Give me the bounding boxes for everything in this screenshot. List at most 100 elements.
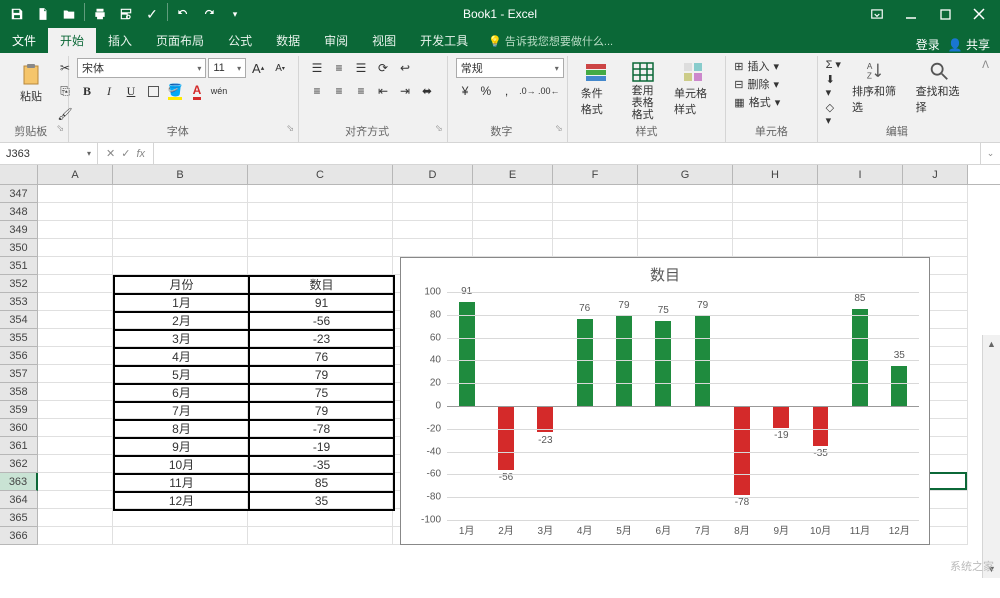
row-header[interactable]: 363 [0,473,38,491]
clipboard-launcher-icon[interactable]: ⬂ [56,123,68,134]
maximize-icon[interactable] [934,3,956,25]
row-header[interactable]: 352 [0,275,38,293]
row-header[interactable]: 366 [0,527,38,545]
tab-formulas[interactable]: 公式 [216,28,264,53]
decrease-indent-icon[interactable]: ⇤ [373,81,393,101]
autosum-button[interactable]: Σ ▾ [826,58,841,71]
paste-button[interactable]: 粘贴 [13,58,49,108]
row-header[interactable]: 359 [0,401,38,419]
qat-customize-icon[interactable]: ▾ [224,3,246,25]
col-header-C[interactable]: C [248,165,393,184]
bar[interactable] [891,366,907,406]
delete-cells-button[interactable]: ⊟删除 ▾ [734,76,780,92]
row-header[interactable]: 353 [0,293,38,311]
table-cell[interactable]: 4月 [114,348,249,366]
share-button[interactable]: 👤 共享 [948,36,990,53]
table-cell[interactable]: 79 [249,402,394,420]
insert-cells-button[interactable]: ⊞插入 ▾ [734,58,780,74]
redo-icon[interactable] [198,3,220,25]
fontcolor-button[interactable]: A [187,81,207,101]
col-header-E[interactable]: E [473,165,553,184]
new-icon[interactable] [32,3,54,25]
table-cell[interactable]: 5月 [114,366,249,384]
col-header-I[interactable]: I [818,165,903,184]
scroll-up-icon[interactable]: ▲ [983,335,1000,353]
conditional-format-button[interactable]: 条件格式 [576,58,617,119]
table-cell[interactable]: 2月 [114,312,249,330]
bar[interactable] [852,309,868,406]
format-cells-button[interactable]: ▦格式 ▾ [734,94,780,110]
scroll-down-icon[interactable]: ▼ [983,560,1000,578]
row-header[interactable]: 351 [0,257,38,275]
orientation-icon[interactable]: ⟳ [373,58,393,78]
select-all-corner[interactable] [0,165,38,184]
italic-button[interactable]: I [99,81,119,101]
font-launcher-icon[interactable]: ⬂ [286,123,298,134]
printpreview-icon[interactable] [115,3,137,25]
align-top-icon[interactable]: ☰ [307,58,327,78]
tab-home[interactable]: 开始 [48,28,96,53]
table-cell[interactable]: 85 [249,474,394,492]
accounting-icon[interactable]: ¥ [456,81,475,101]
formula-input[interactable] [154,143,980,164]
table-cell[interactable]: 6月 [114,384,249,402]
table-cell[interactable]: 79 [249,366,394,384]
login-button[interactable]: 登录 [916,36,940,53]
format-as-table-button[interactable]: 套用 表格格式 [622,58,663,123]
table-cell[interactable]: 10月 [114,456,249,474]
table-cell[interactable]: 11月 [114,474,249,492]
decrease-decimal-icon[interactable]: .00← [539,81,559,101]
col-header-J[interactable]: J [903,165,968,184]
row-header[interactable]: 358 [0,383,38,401]
bar[interactable] [655,321,671,407]
data-table[interactable]: 月份数目1月912月-563月-234月765月796月757月798月-789… [113,275,395,511]
number-launcher-icon[interactable]: ⬂ [555,123,567,134]
merge-button[interactable]: ⬌ [417,81,437,101]
col-header-A[interactable]: A [38,165,113,184]
table-cell[interactable]: -56 [249,312,394,330]
table-cell[interactable]: 76 [249,348,394,366]
row-header[interactable]: 350 [0,239,38,257]
ribbon-options-icon[interactable] [866,3,888,25]
align-bottom-icon[interactable]: ☰ [351,58,371,78]
save-icon[interactable] [6,3,28,25]
table-cell[interactable]: -78 [249,420,394,438]
worksheet[interactable]: ABCDEFGHIJ 34734834935035135235335435535… [0,165,1000,578]
bar[interactable] [577,319,593,406]
tab-file[interactable]: 文件 [0,28,48,53]
table-cell[interactable]: -23 [249,330,394,348]
wraptext-icon[interactable]: ↩ [395,58,415,78]
tab-review[interactable]: 审阅 [312,28,360,53]
tab-pagelayout[interactable]: 页面布局 [144,28,216,53]
tab-data[interactable]: 数据 [264,28,312,53]
border-button[interactable] [143,81,163,101]
table-cell[interactable]: 1月 [114,294,249,312]
tab-insert[interactable]: 插入 [96,28,144,53]
expand-formula-bar-icon[interactable]: ⌄ [980,143,1000,164]
table-cell[interactable]: 3月 [114,330,249,348]
row-header[interactable]: 361 [0,437,38,455]
row-header[interactable]: 348 [0,203,38,221]
comma-icon[interactable]: , [497,81,516,101]
align-left-icon[interactable]: ≡ [307,81,327,101]
row-header[interactable]: 356 [0,347,38,365]
vertical-scrollbar[interactable]: ▲ ▼ [982,335,1000,578]
row-header[interactable]: 355 [0,329,38,347]
name-box[interactable]: J363▾ [0,143,98,164]
tellme-search[interactable]: 💡 告诉我您想要做什么... [480,29,621,53]
percent-icon[interactable]: % [476,81,495,101]
bar[interactable] [773,406,789,428]
col-header-F[interactable]: F [553,165,638,184]
number-format-combo[interactable]: 常规▾ [456,58,564,78]
row-header[interactable]: 364 [0,491,38,509]
table-cell[interactable]: 12月 [114,492,249,510]
tab-developer[interactable]: 开发工具 [408,28,480,53]
decrease-font-icon[interactable]: A▾ [270,58,290,78]
bar[interactable] [498,406,514,470]
alignment-launcher-icon[interactable]: ⬂ [435,123,447,134]
font-size-combo[interactable]: 11▾ [208,58,246,78]
bar[interactable] [734,406,750,495]
phonetic-button[interactable]: wén [209,81,229,101]
align-right-icon[interactable]: ≡ [351,81,371,101]
align-center-icon[interactable]: ≡ [329,81,349,101]
